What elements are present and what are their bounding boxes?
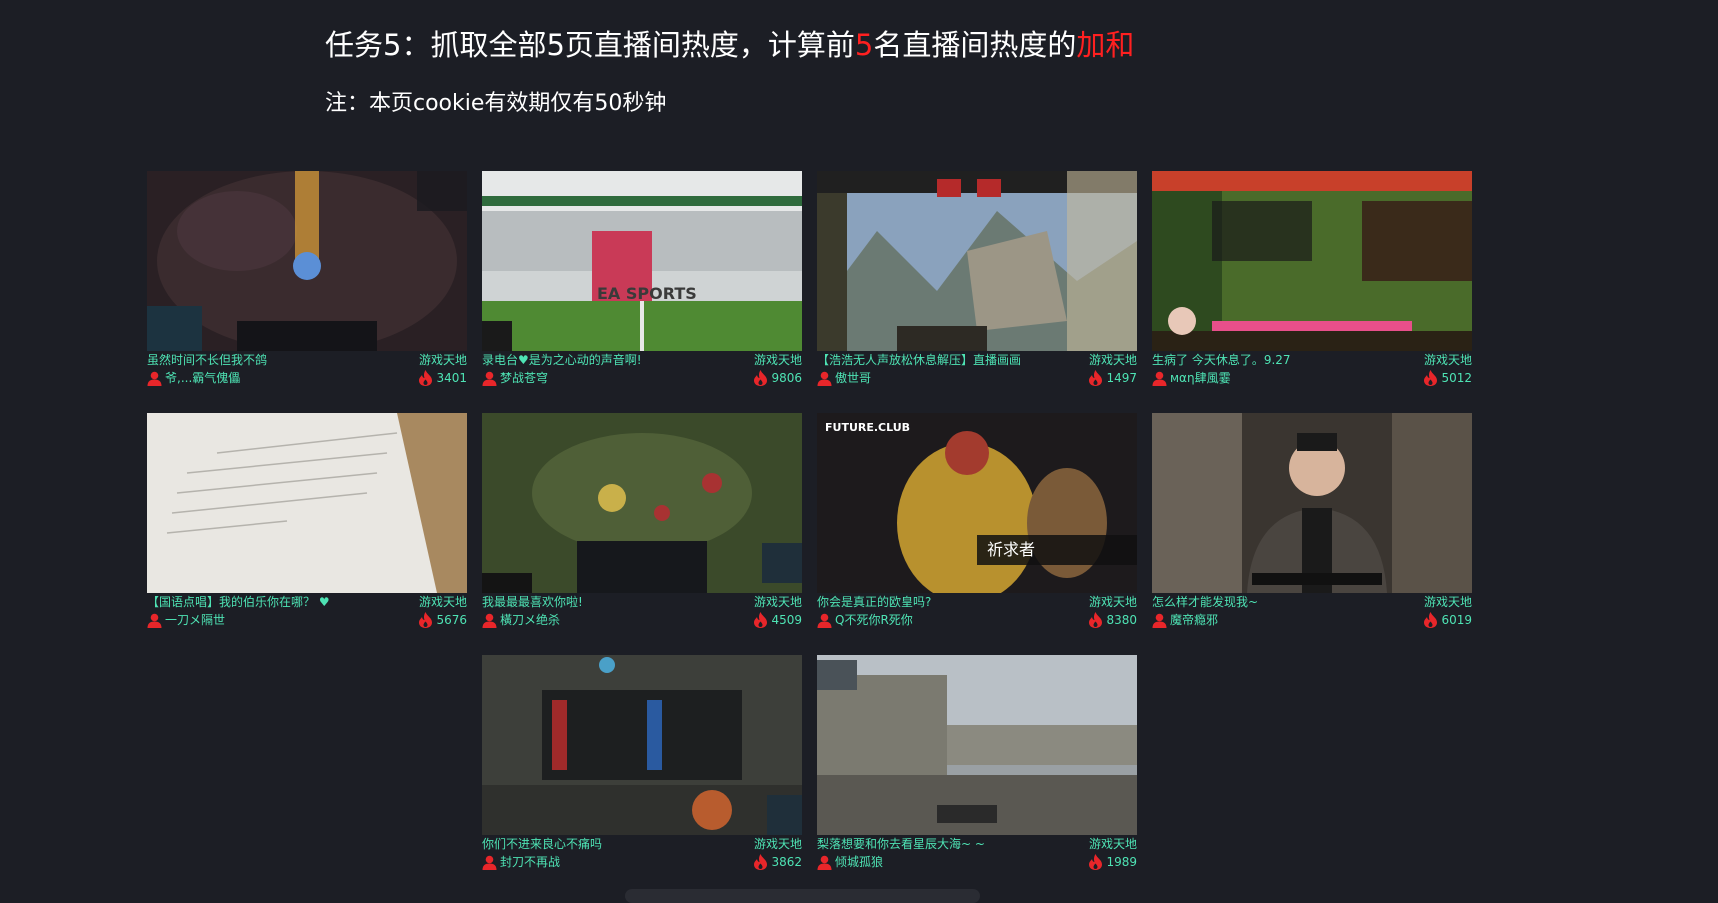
- heat-value: 8380: [1106, 613, 1137, 627]
- fire-icon: [1088, 370, 1103, 386]
- user-icon: [817, 371, 832, 386]
- user-icon: [1152, 371, 1167, 386]
- room-name[interactable]: 我最最最喜欢你啦!: [482, 594, 742, 611]
- room-name[interactable]: 录电台♥是为之心动的声音啊!: [482, 352, 742, 369]
- room-card[interactable]: FUTURE.CLUB 祈求者 你会是真正的欧皇吗? 游戏天地 Q不死你R死你 8…: [817, 413, 1137, 633]
- room-thumbnail[interactable]: [147, 413, 467, 593]
- user-icon: [482, 613, 497, 628]
- fire-icon: [418, 370, 433, 386]
- room-card[interactable]: EA SPORTS 录电台♥是为之心动的声音啊! 游戏天地 梦战苍穹 9806: [482, 171, 802, 391]
- fire-icon: [1423, 612, 1438, 628]
- room-name[interactable]: 梨落想要和你去看星辰大海~ ~: [817, 836, 1077, 853]
- room-name[interactable]: 虽然时间不长但我不鸽: [147, 352, 407, 369]
- title-highlight: 加和: [1076, 28, 1135, 62]
- room-name[interactable]: 你会是真正的欧皇吗?: [817, 594, 1077, 611]
- room-card[interactable]: 你们不进来良心不痛吗 游戏天地 封刀不再战 3862: [482, 655, 802, 875]
- anchor-name: мαη肆風霎: [1170, 371, 1231, 385]
- room-name[interactable]: 你们不进来良心不痛吗: [482, 836, 742, 853]
- room-card[interactable]: 梨落想要和你去看星辰大海~ ~ 游戏天地 倾城孤狼 1989: [817, 655, 1137, 875]
- anchor-name: 倾城孤狼: [835, 855, 884, 869]
- user-icon: [147, 613, 162, 628]
- room-category[interactable]: 游戏天地: [1424, 352, 1472, 369]
- room-thumbnail[interactable]: [482, 413, 802, 593]
- anchor-name: 封刀不再战: [500, 855, 561, 869]
- title-middle: 名直播间热度的: [873, 28, 1077, 62]
- room-thumbnail[interactable]: [817, 655, 1137, 835]
- room-category[interactable]: 游戏天地: [1424, 594, 1472, 611]
- room-name[interactable]: 【国语点唱】我的伯乐你在哪？ ♥: [147, 594, 407, 611]
- room-name[interactable]: 【浩浩无人声放松休息解压】直播画画: [817, 352, 1077, 369]
- user-icon: [147, 371, 162, 386]
- cookie-note: 注：本页cookie有效期仅有50秒钟: [325, 91, 667, 116]
- thumb-ea-text: EA SPORTS: [597, 284, 697, 303]
- user-icon: [817, 855, 832, 870]
- anchor-name: 傲世哥: [835, 371, 872, 385]
- fire-icon: [753, 854, 768, 870]
- anchor-name: Q不死你R死你: [835, 613, 913, 627]
- fire-icon: [753, 370, 768, 386]
- room-category[interactable]: 游戏天地: [419, 594, 467, 611]
- room-category[interactable]: 游戏天地: [754, 836, 802, 853]
- heat-value: 4509: [771, 613, 802, 627]
- anchor-name: 橫刀メ绝杀: [500, 613, 561, 627]
- room-thumbnail[interactable]: [817, 171, 1137, 351]
- heat-value: 6019: [1441, 613, 1472, 627]
- room-card[interactable]: 虽然时间不长但我不鸽 游戏天地 爷,...霸气傀儡 3401: [147, 171, 467, 391]
- room-category[interactable]: 游戏天地: [1089, 836, 1137, 853]
- heat-value: 9806: [771, 371, 802, 385]
- heat-value: 3862: [771, 855, 802, 869]
- fire-icon: [418, 612, 433, 628]
- user-icon: [817, 613, 832, 628]
- anchor-name: 魔帝瘾邪: [1170, 613, 1219, 627]
- title-number: 5: [854, 28, 874, 62]
- user-icon: [482, 371, 497, 386]
- room-category[interactable]: 游戏天地: [754, 594, 802, 611]
- room-card[interactable]: 怎么样才能发现我~ 游戏天地 魔帝瘾邪 6019: [1152, 413, 1472, 633]
- room-name[interactable]: 怎么样才能发现我~: [1152, 594, 1412, 611]
- thumb-qiqiu-text: 祈求者: [987, 540, 1035, 559]
- room-category[interactable]: 游戏天地: [1089, 594, 1137, 611]
- room-thumbnail[interactable]: [1152, 413, 1472, 593]
- heat-value: 1497: [1106, 371, 1137, 385]
- room-category[interactable]: 游戏天地: [1089, 352, 1137, 369]
- user-icon: [482, 855, 497, 870]
- fire-icon: [1423, 370, 1438, 386]
- anchor-name: 梦战苍穹: [500, 371, 549, 385]
- heat-value: 3401: [436, 371, 467, 385]
- anchor-name: 爷,...霸气傀儡: [165, 371, 241, 385]
- room-thumbnail[interactable]: FUTURE.CLUB 祈求者: [817, 413, 1137, 593]
- heat-value: 5012: [1441, 371, 1472, 385]
- room-name[interactable]: 生病了 今天休息了。9.27: [1152, 352, 1412, 369]
- room-category[interactable]: 游戏天地: [419, 352, 467, 369]
- room-card[interactable]: 我最最最喜欢你啦! 游戏天地 橫刀メ绝杀 4509: [482, 413, 802, 633]
- room-card[interactable]: 生病了 今天休息了。9.27 游戏天地 мαη肆風霎 5012: [1152, 171, 1472, 391]
- user-icon: [1152, 613, 1167, 628]
- fire-icon: [753, 612, 768, 628]
- room-card[interactable]: 【浩浩无人声放松休息解压】直播画画 游戏天地 傲世哥 1497: [817, 171, 1137, 391]
- room-thumbnail[interactable]: [482, 655, 802, 835]
- pagination-bar[interactable]: [625, 889, 980, 903]
- room-thumbnail[interactable]: [147, 171, 467, 351]
- page-title: 任务5：抓取全部5页直播间热度，计算前5名直播间热度的加和: [325, 22, 1134, 68]
- fire-icon: [1088, 854, 1103, 870]
- thumb-future-text: FUTURE.CLUB: [825, 421, 910, 434]
- heat-value: 5676: [436, 613, 467, 627]
- room-thumbnail[interactable]: EA SPORTS: [482, 171, 802, 351]
- room-category[interactable]: 游戏天地: [754, 352, 802, 369]
- room-card[interactable]: 【国语点唱】我的伯乐你在哪？ ♥ 游戏天地 一刀メ隔世 5676: [147, 413, 467, 633]
- page-header: 任务5：抓取全部5页直播间热度，计算前5名直播间热度的加和 注：本页cookie…: [325, 22, 1134, 122]
- anchor-name: 一刀メ隔世: [165, 613, 226, 627]
- room-thumbnail[interactable]: [1152, 171, 1472, 351]
- heat-value: 1989: [1106, 855, 1137, 869]
- fire-icon: [1088, 612, 1103, 628]
- title-prefix: 任务5：抓取全部5页直播间热度，计算前: [325, 28, 855, 62]
